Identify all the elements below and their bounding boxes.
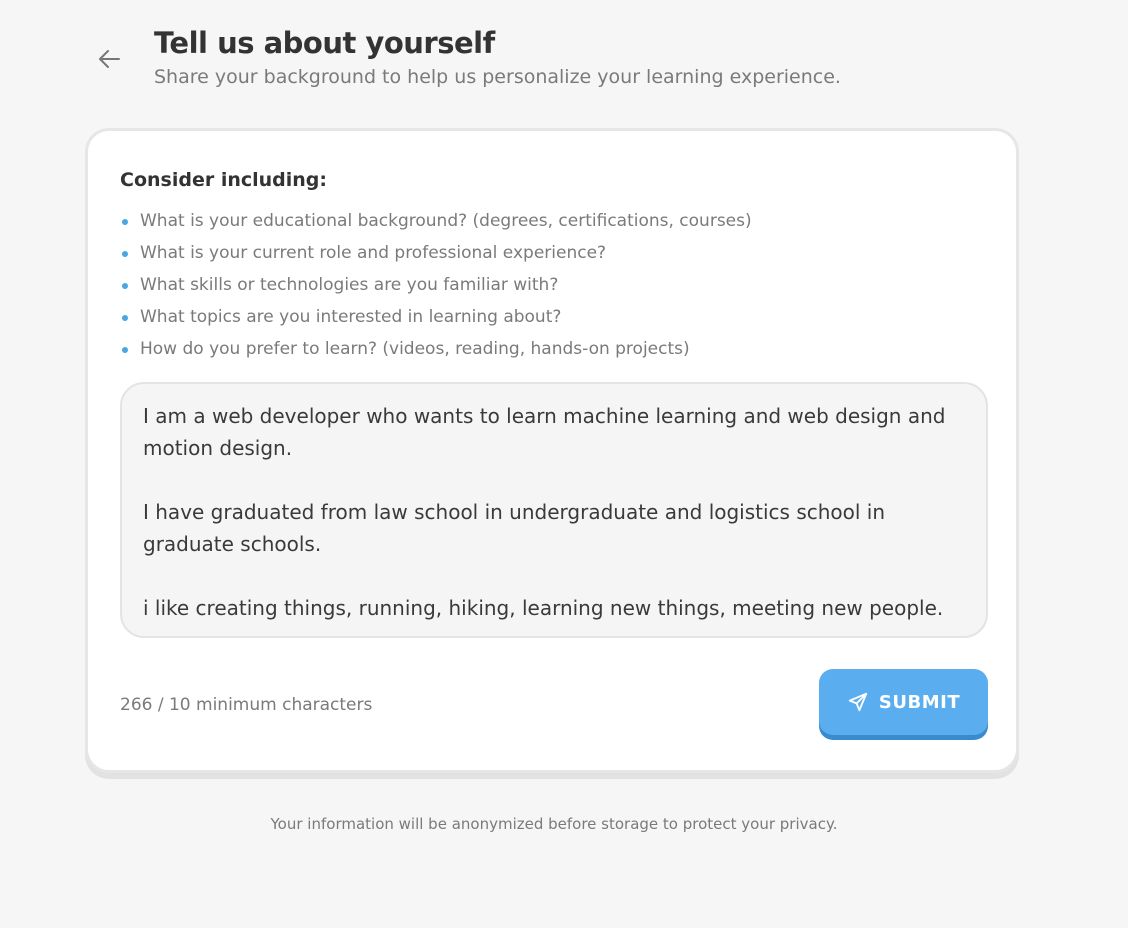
page-title: Tell us about yourself xyxy=(154,26,495,60)
page-header: Tell us about yourself Share your backgr… xyxy=(94,24,841,90)
tip-item: What is your educational background? (de… xyxy=(120,205,752,237)
tip-text: What topics are you interested in learni… xyxy=(140,307,562,327)
bullet-icon xyxy=(122,219,128,225)
background-textarea[interactable]: I am a web developer who wants to learn … xyxy=(120,382,988,638)
back-button[interactable] xyxy=(94,44,124,74)
bullet-icon xyxy=(122,283,128,289)
bullet-icon xyxy=(122,315,128,321)
bullet-icon xyxy=(122,347,128,353)
arrow-left-icon xyxy=(99,50,120,68)
tip-item: What topics are you interested in learni… xyxy=(120,301,752,333)
tip-text: How do you prefer to learn? (videos, rea… xyxy=(140,339,690,359)
submit-button[interactable]: SUBMIT xyxy=(819,669,988,735)
header-text: Tell us about yourself Share your backgr… xyxy=(154,24,841,90)
bullet-icon xyxy=(122,251,128,257)
tip-item: What is your current role and profession… xyxy=(120,237,752,269)
submit-label: SUBMIT xyxy=(878,691,961,713)
tip-text: What skills or technologies are you fami… xyxy=(140,275,559,295)
tip-text: What is your educational background? (de… xyxy=(140,211,752,231)
character-count: 266 / 10 minimum characters xyxy=(120,695,373,715)
tip-item: What skills or technologies are you fami… xyxy=(120,269,752,301)
privacy-note: Your information will be anonymized befo… xyxy=(270,815,838,833)
page-subtitle: Share your background to help us persona… xyxy=(154,66,841,88)
tip-text: What is your current role and profession… xyxy=(140,243,607,263)
send-icon xyxy=(848,692,868,712)
tip-item: How do you prefer to learn? (videos, rea… xyxy=(120,333,752,365)
tips-list: What is your educational background? (de… xyxy=(120,205,752,365)
consider-title: Consider including: xyxy=(120,169,327,191)
background-form-card: Consider including: What is your educati… xyxy=(85,128,1019,773)
